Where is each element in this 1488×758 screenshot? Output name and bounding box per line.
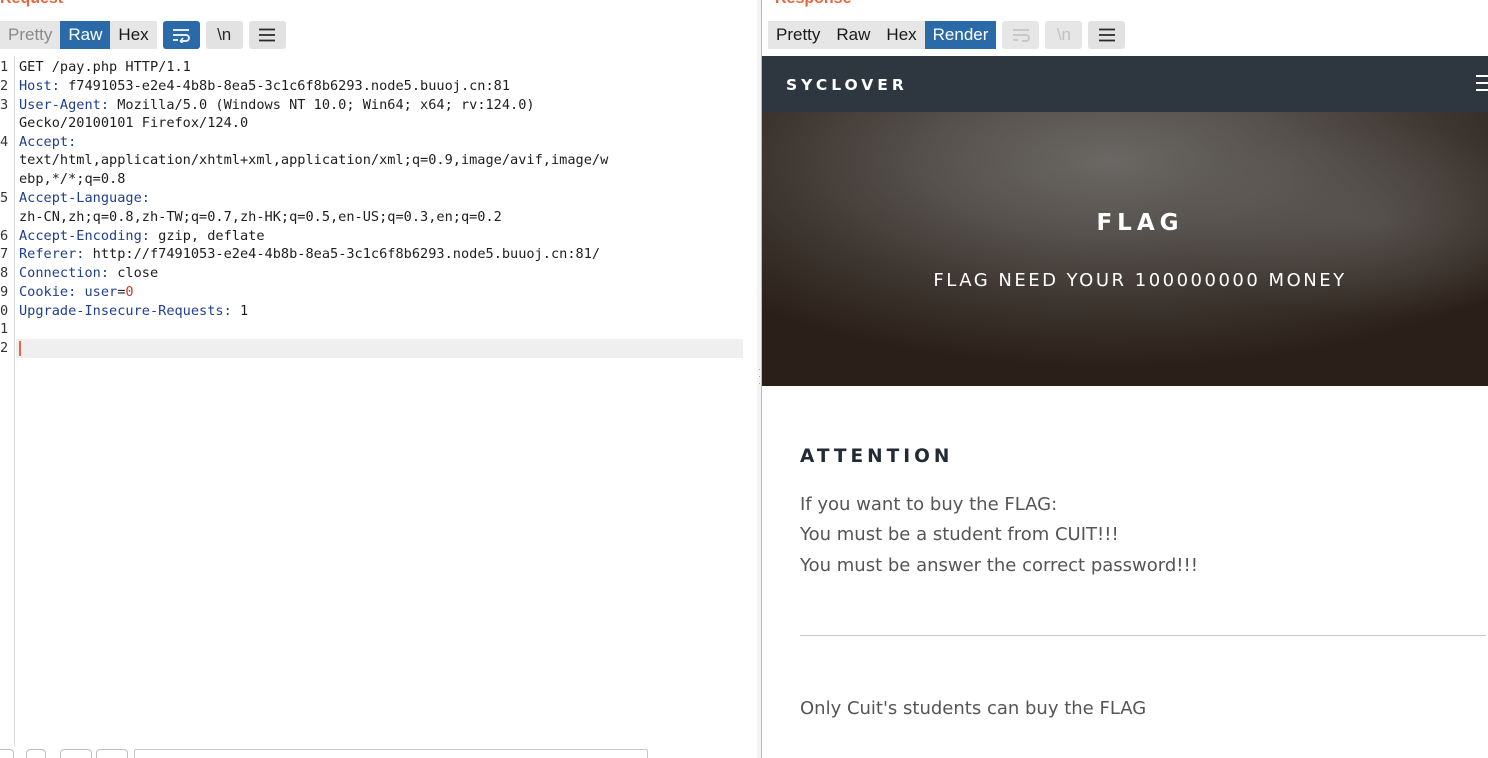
settings-icon[interactable]	[26, 749, 46, 758]
code-line: 5 Accept-Language:	[0, 190, 150, 206]
request-heading: Request	[0, 0, 63, 8]
request-toolbar: Pretty Raw Hex \n	[0, 21, 286, 49]
site-menu-icon[interactable]	[1476, 75, 1488, 93]
tab-hex[interactable]: Hex	[878, 21, 924, 49]
tab-pretty[interactable]: Pretty	[0, 21, 60, 49]
hero-banner: FLAG FLAG NEED YOUR 100000000 MONEY	[762, 112, 1488, 386]
hero-title: FLAG	[1096, 210, 1184, 236]
code-line: zh-CN,zh;q=0.8,zh-TW;q=0.7,zh-HK;q=0.5,e…	[19, 209, 502, 225]
code-line: 1	[0, 321, 9, 337]
attention-line: You must be answer the correct password!…	[800, 555, 1198, 576]
footer-note: Only Cuit's students can buy the FLAG	[800, 698, 1147, 719]
next-match-icon[interactable]	[96, 749, 128, 758]
code-line: 4 Accept:	[0, 134, 77, 150]
wrap-lines-button[interactable]	[1002, 21, 1040, 49]
response-pane: Response Pretty Raw Hex Render \n SYCLOV…	[762, 0, 1488, 758]
response-menu-button[interactable]	[1088, 21, 1126, 49]
hamburger-menu-icon	[1098, 28, 1115, 42]
code-line: text/html,application/xhtml+xml,applicat…	[19, 152, 609, 168]
code-line: 3 User-Agent: Mozilla/5.0 (Windows NT 10.…	[0, 97, 535, 113]
site-navbar: SYCLOVER	[762, 56, 1488, 112]
wrap-lines-button[interactable]	[162, 21, 200, 49]
hero-subtitle: FLAG NEED YOUR 100000000 MONEY	[933, 270, 1347, 291]
show-newlines-button[interactable]: \n	[1045, 21, 1083, 49]
response-view-tabs: Pretty Raw Hex Render	[768, 21, 997, 49]
request-pane: Request Pretty Raw Hex \n 1GET /pay.php …	[0, 0, 757, 758]
show-newlines-button[interactable]: \n	[205, 21, 243, 49]
newline-icon: \n	[1056, 25, 1072, 44]
search-input[interactable]	[134, 749, 648, 758]
newline-icon: \n	[217, 25, 232, 44]
search-bar	[0, 748, 757, 758]
site-brand[interactable]: SYCLOVER	[786, 76, 908, 94]
request-editor[interactable]: 1 GET /pay.php HTTP/1.1 2 Host: f7491053-e…	[0, 56, 757, 746]
tab-hex[interactable]: Hex	[110, 21, 156, 49]
code-line: ebp,*/*;q=0.8	[19, 171, 126, 187]
code-line: 2 Host: f7491053-e2e4-4b8b-8ea5-3c1c6f8b6…	[0, 78, 511, 94]
rendered-page: SYCLOVER FLAG FLAG NEED YOUR 100000000 M…	[762, 56, 1488, 758]
response-toolbar: Pretty Raw Hex Render \n	[768, 21, 1126, 49]
section-divider	[800, 635, 1486, 636]
code-line: 6 Accept-Encoding: gzip, deflate	[0, 228, 265, 244]
previous-match-icon[interactable]	[60, 749, 92, 758]
code-line: 2	[0, 340, 9, 356]
tab-render[interactable]: Render	[924, 21, 997, 49]
tab-pretty[interactable]: Pretty	[768, 21, 828, 49]
code-line: Gecko/20100101 Firefox/124.0	[19, 115, 249, 131]
code-line: 7 Referer: http://f7491053-e2e4-4b8b-8ea5…	[0, 246, 601, 262]
attention-line: If you want to buy the FLAG:	[800, 494, 1058, 515]
code-line: 9 Cookie: user=0	[0, 284, 134, 300]
code-line: 0 Upgrade-Insecure-Requests: 1	[0, 303, 249, 319]
tab-raw[interactable]: Raw	[60, 21, 111, 49]
text-caret	[19, 341, 21, 356]
request-view-tabs: Pretty Raw Hex	[0, 21, 157, 49]
attention-title: ATTENTION	[800, 446, 954, 467]
tab-raw[interactable]: Raw	[828, 21, 878, 49]
hamburger-menu-icon	[259, 28, 276, 42]
help-icon[interactable]	[0, 749, 14, 758]
code-line: 1 GET /pay.php HTTP/1.1	[0, 59, 191, 75]
wrap-lines-icon	[1012, 29, 1030, 42]
response-heading: Response	[775, 0, 851, 8]
attention-line: You must be a student from CUIT!!!	[800, 524, 1119, 545]
request-menu-button[interactable]	[248, 21, 286, 49]
wrap-lines-icon	[173, 29, 190, 43]
code-line: 8 Connection: close	[0, 265, 159, 281]
